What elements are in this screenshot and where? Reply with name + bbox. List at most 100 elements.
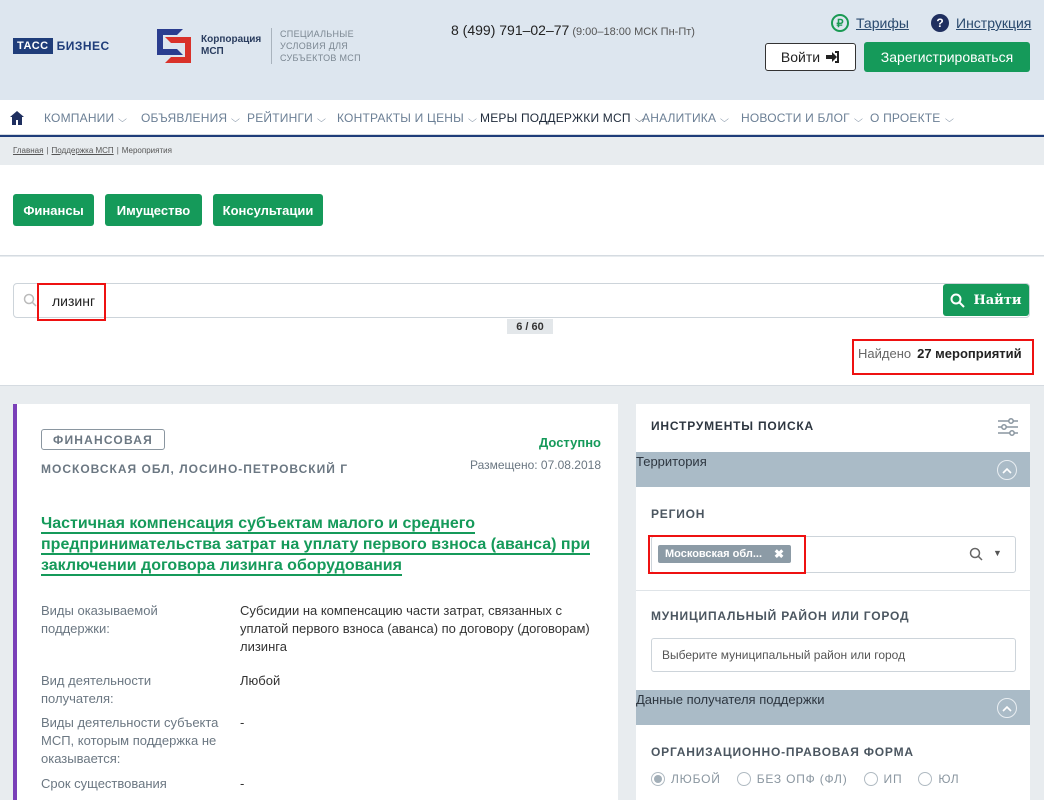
main-nav: КОМПАНИИ ⌵ ОБЪЯВЛЕНИЯ ⌵ РЕЙТИНГИ ⌵ КОНТРАКТ…	[0, 100, 1044, 135]
divider	[636, 590, 1030, 591]
category-consulting-button[interactable]: Консультации	[213, 194, 323, 226]
radio-icon	[918, 772, 933, 786]
category-panel: Финансы Имущество Консультации	[0, 165, 1044, 256]
detail-value: Субсидии на компенсацию части затрат, св…	[240, 603, 590, 654]
detail-value: -	[240, 715, 245, 730]
nav-label: КОНТРАКТЫ И ЦЕНЫ	[337, 111, 464, 125]
search-panel: лизинг Найти 6 / 60 Найдено 27 мероприяти…	[0, 257, 1044, 386]
chevron-up-icon[interactable]	[997, 698, 1017, 718]
highlight-box	[852, 339, 1034, 375]
recipient-title: Данные получателя поддержки	[636, 692, 825, 707]
help-icon: ?	[931, 14, 949, 32]
legal-form-ip[interactable]: ИП	[863, 772, 903, 786]
radio-selected-icon	[651, 772, 665, 786]
chevron-down-icon: ⌵	[231, 114, 241, 124]
territory-title: Территория	[636, 454, 707, 469]
legal-form-label: ОРГАНИЗАЦИОННО-ПРАВОВАЯ ФОРМА	[651, 745, 914, 759]
chevron-down-icon: ⌵	[118, 114, 128, 124]
search-tools-panel: ИНСТРУМЕНТЫ ПОИСКА Территория РЕГИОН Мос…	[636, 404, 1030, 800]
breadcrumb-bar: Главная | Поддержка МСП | Мероприятия	[0, 137, 1044, 165]
corp-msp-logo[interactable]: Корпорация МСП СПЕЦИАЛЬНЫЕ УСЛОВИЯ ДЛЯ С…	[157, 28, 391, 64]
detail-value: -	[240, 776, 245, 791]
nav-msp-support[interactable]: МЕРЫ ПОДДЕРЖКИ МСП ⌵	[480, 111, 644, 125]
phone-text: 8 (499) 791–02–77	[451, 22, 570, 38]
posted-date: Размещено: 07.08.2018	[469, 458, 601, 472]
tariffs-label: Тарифы	[856, 15, 909, 31]
search-icon[interactable]	[969, 547, 983, 561]
highlight-box	[37, 283, 106, 321]
radio-icon	[736, 772, 751, 786]
login-label: Войти	[780, 49, 821, 65]
search-input[interactable]: лизинг	[13, 283, 1030, 318]
nav-news[interactable]: НОВОСТИ И БЛОГ ⌵	[741, 111, 863, 125]
radio-label: ЮЛ	[938, 772, 960, 786]
legal-form-radio-group: ЛЮБОЙ БЕЗ ОПФ (ФЛ) ИП ЮЛ	[651, 772, 975, 786]
nav-label: О ПРОЕКТЕ	[870, 111, 941, 125]
search-icon	[950, 293, 966, 308]
nav-label: РЕЙТИНГИ	[247, 111, 313, 125]
instructions-link[interactable]: ? Инструкция	[931, 14, 1031, 32]
nav-announcements[interactable]: ОБЪЯВЛЕНИЯ ⌵	[141, 111, 241, 125]
detail-key: Срок существования	[41, 776, 167, 791]
detail-key: Вид деятельности получателя:	[41, 673, 152, 706]
category-finance-button[interactable]: Финансы	[13, 194, 94, 226]
nav-label: КОМПАНИИ	[44, 111, 115, 125]
region-label: РЕГИОН	[651, 507, 706, 521]
tools-title: ИНСТРУМЕНТЫ ПОИСКА	[651, 419, 815, 433]
nav-ratings[interactable]: РЕЙТИНГИ ⌵	[247, 111, 327, 125]
breadcrumb-support[interactable]: Поддержка МСП	[52, 146, 114, 155]
phone-number: 8 (499) 791–02–77 (9:00–18:00 МСК Пн-Пт)	[451, 22, 695, 38]
chevron-up-icon[interactable]	[997, 460, 1017, 480]
tass-business-logo[interactable]: ТАСС БИЗНЕС	[13, 37, 110, 55]
territory-section-header[interactable]: Территория	[636, 452, 1030, 487]
radio-label: БЕЗ ОПФ (ФЛ)	[756, 772, 848, 786]
caret-down-icon[interactable]: ▼	[993, 548, 1002, 558]
nav-about[interactable]: О ПРОЕКТЕ ⌵	[870, 111, 953, 125]
radio-label: ИП	[883, 772, 903, 786]
legal-form-ul[interactable]: ЮЛ	[918, 772, 959, 786]
detail-key: Виды деятельности субъекта МСП, которым …	[41, 715, 219, 766]
ruble-icon: ₽	[831, 14, 849, 32]
search-button[interactable]: Найти	[943, 284, 1029, 316]
breadcrumb-current: Мероприятия	[121, 146, 172, 155]
tass-logo-box: ТАСС	[13, 38, 53, 54]
radio-label: ЛЮБОЙ	[671, 772, 721, 786]
legal-form-any[interactable]: ЛЮБОЙ	[651, 772, 721, 786]
corp-msp-mark-icon	[157, 29, 191, 63]
nav-companies[interactable]: КОМПАНИИ ⌵	[44, 111, 128, 125]
highlight-box	[648, 535, 806, 574]
chevron-down-icon: ⌵	[316, 114, 327, 124]
detail-value: Любой	[240, 673, 281, 688]
register-button[interactable]: Зарегистрироваться	[864, 42, 1030, 72]
search-button-label: Найти	[973, 292, 1022, 308]
card-location: МОСКОВСКАЯ ОБЛ, ЛОСИНО-ПЕТРОВСКИЙ Г	[41, 462, 348, 476]
municipality-select[interactable]: Выберите муниципальный район или город	[651, 638, 1016, 672]
tariffs-link[interactable]: ₽ Тарифы	[831, 14, 909, 32]
search-icon	[23, 293, 37, 307]
corp-msp-name: Корпорация МСП	[201, 34, 262, 57]
category-property-button[interactable]: Имущество	[105, 194, 202, 226]
tass-logo-word: БИЗНЕС	[56, 39, 110, 53]
nav-contracts[interactable]: КОНТРАКТЫ И ЦЕНЫ ⌵	[337, 111, 478, 125]
home-icon[interactable]	[9, 110, 25, 126]
result-card: ФИНАНСОВАЯ Доступно МОСКОВСКАЯ ОБЛ, ЛОСИ…	[13, 404, 618, 800]
phone-hours: (9:00–18:00 МСК Пн-Пт)	[572, 26, 695, 38]
radio-icon	[863, 772, 878, 786]
legal-form-none[interactable]: БЕЗ ОПФ (ФЛ)	[736, 772, 848, 786]
card-title-link[interactable]: Частичная компенсация субъектам малого и…	[41, 513, 596, 576]
detail-key: Виды оказываемой поддержки:	[41, 603, 158, 636]
chevron-down-icon: ⌵	[853, 114, 863, 124]
breadcrumb-home[interactable]: Главная	[13, 146, 43, 155]
site-header: ТАСС БИЗНЕС Корпорация МСП СПЕЦИАЛЬНЫЕ У…	[0, 0, 1044, 100]
chevron-down-icon: ⌵	[467, 114, 478, 124]
login-button[interactable]: Войти	[765, 43, 856, 71]
nav-label: МЕРЫ ПОДДЕРЖКИ МСП	[480, 111, 631, 125]
category-tag: ФИНАНСОВАЯ	[41, 429, 165, 450]
nav-analytics[interactable]: АНАЛИТИКА ⌵	[642, 111, 730, 125]
nav-label: ОБЪЯВЛЕНИЯ	[141, 111, 228, 125]
filter-settings-icon[interactable]	[997, 417, 1019, 437]
corp-msp-tagline: СПЕЦИАЛЬНЫЕ УСЛОВИЯ ДЛЯ СУБЪЕКТОВ МСП	[271, 28, 391, 64]
recipient-section-header[interactable]: Данные получателя поддержки	[636, 690, 1030, 725]
card-title-text: Частичная компенсация субъектам малого и…	[41, 515, 591, 576]
chevron-down-icon: ⌵	[720, 114, 730, 124]
